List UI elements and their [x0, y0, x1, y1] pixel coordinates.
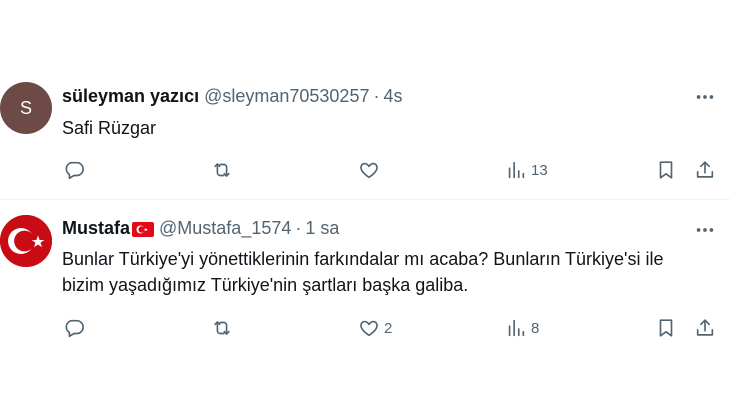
more-icon[interactable] — [694, 86, 716, 108]
user-handle[interactable]: @sleyman70530257 — [204, 86, 369, 107]
avatar[interactable]: S — [0, 82, 52, 134]
separator: · — [373, 86, 380, 106]
tweet[interactable]: Mustafa @Mustafa_1574 · 1 sa Bunlar Türk… — [0, 201, 730, 361]
tweet-divider — [0, 199, 730, 200]
like-icon — [358, 317, 380, 339]
retweet-button[interactable] — [211, 155, 237, 185]
like-icon — [358, 159, 380, 181]
tweet-actions: 2 8 — [0, 313, 730, 343]
share-button[interactable] — [694, 313, 716, 343]
turkish-flag-icon — [0, 215, 52, 267]
display-name[interactable]: süleyman yazıcı — [62, 86, 199, 107]
timestamp[interactable]: 4s — [383, 86, 402, 107]
tweet-actions: 13 — [0, 155, 730, 185]
views-icon — [505, 317, 527, 339]
bookmark-button[interactable] — [655, 155, 677, 185]
reply-button[interactable] — [63, 155, 89, 185]
share-icon — [694, 159, 716, 181]
separator: · — [295, 218, 302, 238]
display-name[interactable]: Mustafa — [62, 218, 130, 239]
retweet-button[interactable] — [211, 313, 237, 343]
views-button[interactable]: 13 — [505, 155, 548, 185]
view-count: 13 — [531, 161, 548, 179]
tweet[interactable]: S süleyman yazıcı @sleyman70530257 · 4s … — [0, 68, 730, 198]
bookmark-button[interactable] — [655, 313, 677, 343]
retweet-icon — [211, 159, 233, 181]
tweet-text: Safi Rüzgar — [62, 115, 717, 141]
view-count: 8 — [531, 319, 540, 337]
views-icon — [505, 159, 527, 181]
more-icon[interactable] — [694, 219, 716, 241]
retweet-icon — [211, 317, 233, 339]
views-button[interactable]: 8 — [505, 313, 539, 343]
share-icon — [694, 317, 716, 339]
tweet-text: Bunlar Türkiye'yi yönettiklerinin farkın… — [62, 246, 717, 298]
like-count: 2 — [384, 319, 393, 337]
timestamp[interactable]: 1 sa — [305, 218, 339, 239]
user-handle[interactable]: @Mustafa_1574 — [159, 218, 291, 239]
reply-button[interactable] — [63, 313, 89, 343]
like-button[interactable]: 2 — [358, 313, 392, 343]
avatar[interactable] — [0, 215, 52, 267]
tweet-header: süleyman yazıcı @sleyman70530257 · 4s — [62, 86, 402, 107]
tweet-text-line: Bunlar Türkiye'yi yönettiklerinin farkın… — [62, 249, 664, 269]
tweet-text-line: bizim yaşadığımız Türkiye'nin şartları b… — [62, 275, 469, 295]
bookmark-icon — [655, 317, 677, 339]
tweet-header: Mustafa @Mustafa_1574 · 1 sa — [62, 218, 339, 239]
like-button[interactable] — [358, 155, 384, 185]
bookmark-icon — [655, 159, 677, 181]
reply-icon — [63, 159, 85, 181]
reply-icon — [63, 317, 85, 339]
tweet-text-line: Safi Rüzgar — [62, 118, 157, 138]
share-button[interactable] — [694, 155, 716, 185]
turkey-flag-emoji-icon — [132, 222, 155, 237]
